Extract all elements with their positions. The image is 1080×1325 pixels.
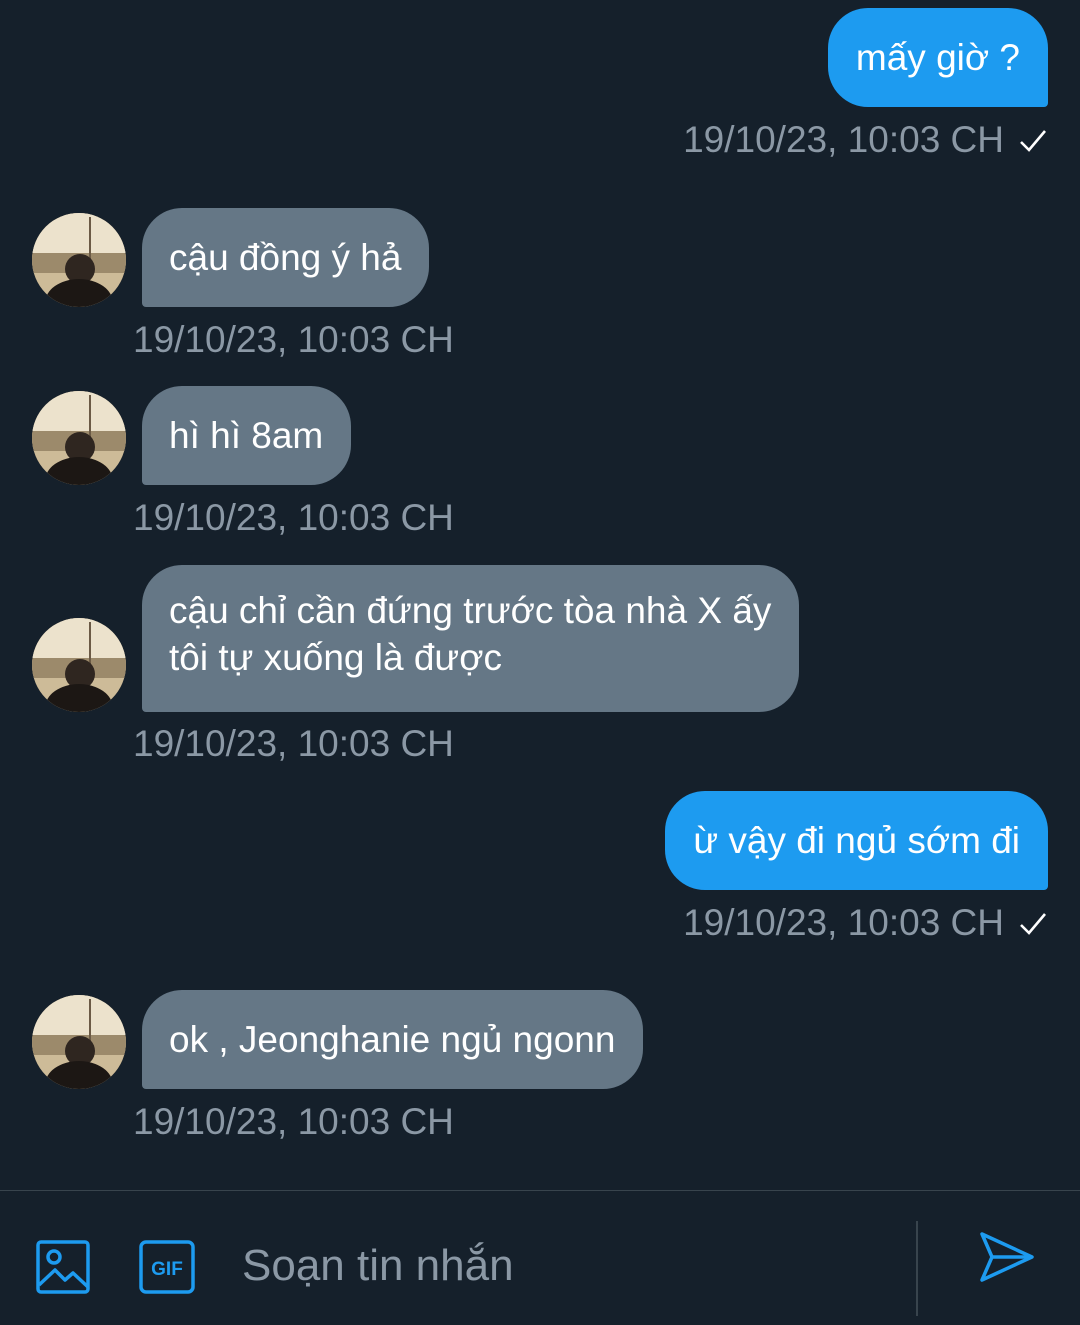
outgoing-message-bubble[interactable]: ừ vậy đi ngủ sớm đi bbox=[665, 791, 1048, 890]
message-text-line: cậu chỉ cần đứng trước tòa nhà X ấy bbox=[169, 590, 772, 631]
send-icon[interactable] bbox=[978, 1229, 1036, 1290]
message-text: ok , Jeonghanie ngủ ngonn bbox=[169, 1019, 616, 1060]
incoming-message-bubble[interactable]: cậu đồng ý hả bbox=[142, 208, 430, 307]
read-check-icon bbox=[1018, 122, 1048, 166]
incoming-message-bubble[interactable]: ok , Jeonghanie ngủ ngonn bbox=[142, 990, 644, 1089]
read-check-icon bbox=[1018, 905, 1048, 949]
avatar[interactable] bbox=[32, 618, 126, 712]
avatar[interactable] bbox=[32, 995, 126, 1089]
composer-divider bbox=[916, 1221, 918, 1316]
message-timestamp: 19/10/23, 10:03 CH bbox=[133, 723, 454, 764]
incoming-message-bubble[interactable]: hì hì 8am bbox=[142, 386, 352, 485]
message-text: cậu đồng ý hả bbox=[169, 237, 402, 278]
message-text: ừ vậy đi ngủ sớm đi bbox=[693, 820, 1020, 861]
message-input[interactable] bbox=[242, 1236, 892, 1296]
image-icon[interactable] bbox=[35, 1239, 91, 1300]
message-timestamp: 19/10/23, 10:03 CH bbox=[133, 497, 454, 538]
message-timestamp: 19/10/23, 10:03 CH bbox=[683, 901, 1048, 949]
message-text: mấy giờ ? bbox=[855, 37, 1020, 78]
message-timestamp: 19/10/23, 10:03 CH bbox=[133, 1101, 454, 1142]
message-thread: mấy giờ ? 19/10/23, 10:03 CH cậu đồng ý … bbox=[0, 0, 1080, 1190]
avatar[interactable] bbox=[32, 213, 126, 307]
gif-button[interactable]: GIF bbox=[138, 1239, 196, 1300]
message-timestamp: 19/10/23, 10:03 CH bbox=[133, 319, 454, 360]
outgoing-message-bubble[interactable]: mấy giờ ? bbox=[827, 8, 1048, 107]
message-composer: GIF bbox=[0, 1190, 1080, 1325]
gif-label: GIF bbox=[151, 1259, 183, 1280]
message-timestamp: 19/10/23, 10:03 CH bbox=[683, 118, 1048, 166]
message-text: hì hì 8am bbox=[169, 415, 324, 456]
incoming-message-bubble[interactable]: cậu chỉ cần đứng trước tòa nhà X ấy tôi … bbox=[142, 565, 800, 712]
avatar[interactable] bbox=[32, 391, 126, 485]
message-text-line: tôi tự xuống là được bbox=[169, 637, 502, 678]
